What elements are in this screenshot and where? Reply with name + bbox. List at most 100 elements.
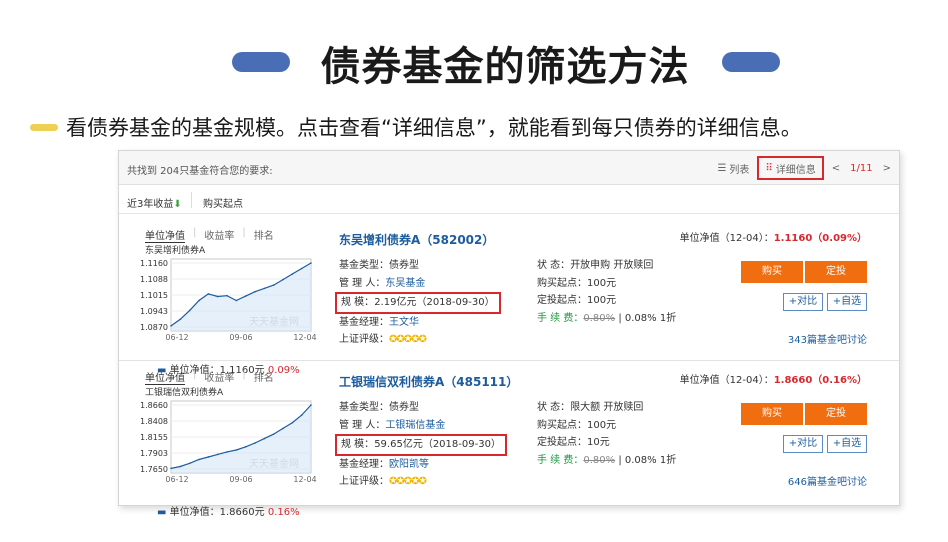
result-count: 共找到 204只基金符合您的要求: (127, 166, 273, 177)
result-toolbar: 共找到 204只基金符合您的要求: ☰ 列表 ⠿ 详细信息 < 1/11 > (119, 151, 899, 185)
fund-scale-highlight: 规 模：59.65亿元（2018-09-30） (335, 434, 507, 456)
nav-point (310, 404, 312, 406)
nav-point (282, 278, 284, 281)
fund-manager-link[interactable]: 欧阳凯等 (389, 459, 429, 470)
fund-card: 单位净值 | 收益率 | 排名 工银瑞信双利债券A 1.8660 1.8408 1.815… (119, 363, 899, 518)
nav-point (188, 462, 191, 465)
type-value: 债券型 (389, 260, 419, 271)
nav-point (263, 437, 266, 440)
status-label: 状 态： (537, 402, 571, 413)
title-decoration-left (232, 52, 290, 72)
watchlist-button[interactable]: +自选 (827, 435, 867, 453)
y-tick-label: 1.0943 (140, 307, 168, 316)
x-tick-label: 09-06 (229, 475, 252, 483)
nav-point (272, 284, 275, 286)
fund-trade-info: 状 态：开放申购 开放赎回 购买起点：100元 定投起点：100元 手 续 费：… (537, 257, 676, 327)
nav-point (170, 325, 172, 327)
page-indicator: 1/11 (850, 162, 873, 174)
nav-point (235, 449, 238, 451)
nav-point (179, 465, 182, 468)
buy-button[interactable]: 购买 (741, 403, 803, 425)
y-tick-label: 1.1015 (140, 291, 168, 300)
status-value: 开放申购 开放赎回 (570, 260, 654, 271)
fund-name-link[interactable]: 工银瑞信双利债券A（485111） (339, 373, 518, 390)
list-view-button[interactable]: ☰ 列表 (717, 161, 749, 176)
chart-fund-name: 东吴增利债券A (145, 244, 206, 256)
y-tick-label: 1.7903 (140, 449, 168, 458)
nav-point (291, 273, 294, 275)
fund-card: 单位净值 | 收益率 | 排名 东吴增利债券A 1.1160 1.1088 1.1015 1… (119, 221, 899, 376)
fee-separator: | (618, 454, 622, 466)
scale-label: 规 模： (341, 439, 375, 450)
nav-point (216, 453, 219, 456)
min-sip-value: 100元 (587, 295, 617, 306)
manager-link[interactable]: 工银瑞信基金 (385, 420, 445, 431)
sort-3y-return[interactable]: 近3年收益⬇ (127, 195, 182, 210)
y-tick-label: 1.7650 (140, 465, 168, 474)
next-page-button[interactable]: > (883, 163, 891, 174)
rating-label: 上证评级： (339, 334, 389, 345)
scale-value: 2.19亿元（2018-09-30） (374, 297, 495, 308)
forum-link[interactable]: 343篇基金吧讨论 (788, 331, 867, 346)
nav-point (244, 295, 247, 297)
nav-point (207, 456, 210, 458)
manager-link[interactable]: 东吴基金 (385, 278, 425, 289)
nav-point (300, 267, 303, 270)
nav-chart-svg: 工银瑞信双利债券A1.86601.84081.81551.79031.76500… (140, 386, 317, 483)
nav-point (254, 290, 256, 293)
nav-point (300, 414, 303, 416)
buy-button[interactable]: 购买 (741, 261, 803, 283)
x-tick-label: 06-12 (165, 475, 188, 483)
watchlist-button[interactable]: +自选 (827, 293, 867, 311)
compare-button[interactable]: +对比 (783, 435, 823, 453)
unit-nav-label: 单位净值（12-04）： (679, 233, 774, 244)
nav-point (244, 446, 247, 448)
nav-point (235, 299, 238, 302)
x-tick-label: 12-04 (293, 333, 316, 341)
nav-point (272, 433, 275, 435)
type-value: 债券型 (389, 402, 419, 413)
list-view-label: 列表 (729, 164, 750, 176)
rating-stars-icon: ✪✪✪✪✪ (389, 334, 427, 345)
type-label: 基金类型： (339, 260, 389, 271)
min-sip-label: 定投起点： (537, 295, 587, 306)
detail-view-button[interactable]: ⠿ 详细信息 (757, 156, 824, 180)
nav-point (198, 299, 200, 302)
sort-min-buy[interactable]: 购买起点 (203, 195, 243, 210)
y-tick-label: 1.1088 (140, 275, 168, 284)
sort-3y-return-label: 近3年收益 (127, 199, 174, 210)
nav-change: 0.16% (267, 507, 300, 518)
fund-manager-link[interactable]: 王文华 (389, 317, 419, 328)
sip-button[interactable]: 定投 (805, 403, 867, 425)
forum-link[interactable]: 646篇基金吧讨论 (788, 473, 867, 488)
sort-down-arrow-icon: ⬇ (173, 199, 182, 210)
manager-label: 管 理 人： (339, 419, 386, 431)
unit-nav: 单位净值（12-04）：1.8660（0.16%） (680, 371, 867, 386)
sort-bar: 近3年收益⬇ 购买起点 (119, 186, 899, 214)
nav-chart: 工银瑞信双利债券A 1.8660 1.8408 1.8155 1.7903 1.7650 0… (127, 383, 317, 518)
grid-icon: ⠿ (765, 162, 773, 174)
fund-name-link[interactable]: 东吴增利债券A（582002） (339, 231, 494, 248)
compare-button[interactable]: +对比 (783, 293, 823, 311)
view-tools: ☰ 列表 ⠿ 详细信息 < 1/11 > (717, 156, 891, 180)
bullet-marker (30, 124, 58, 131)
fee-label: 手 续 费： (537, 312, 584, 324)
prev-page-button[interactable]: < (832, 163, 840, 174)
nav-point (282, 427, 284, 430)
y-tick-label: 1.8155 (140, 433, 168, 442)
y-tick-label: 1.0870 (140, 323, 168, 332)
unit-nav-value: 1.1160（0.09%） (773, 233, 867, 244)
min-buy-label: 购买起点： (537, 419, 587, 431)
nav-point (254, 442, 256, 444)
manager-label: 管 理 人： (339, 277, 386, 289)
fund-scale-highlight: 规 模：2.19亿元（2018-09-30） (335, 292, 501, 314)
nav-point (226, 451, 228, 453)
fund-list-screenshot: 共找到 204只基金符合您的要求: ☰ 列表 ⠿ 详细信息 < 1/11 > 近… (118, 150, 900, 518)
fee-separator: | (618, 312, 622, 324)
chart-caption: ▬ 单位净值：1.8660元 0.16% (157, 507, 300, 518)
fee-original: 0.80% (583, 454, 616, 466)
fee-note: 1折 (659, 312, 677, 324)
nav-point (263, 287, 266, 290)
rating-label: 上证评级： (339, 476, 389, 487)
sip-button[interactable]: 定投 (805, 261, 867, 283)
